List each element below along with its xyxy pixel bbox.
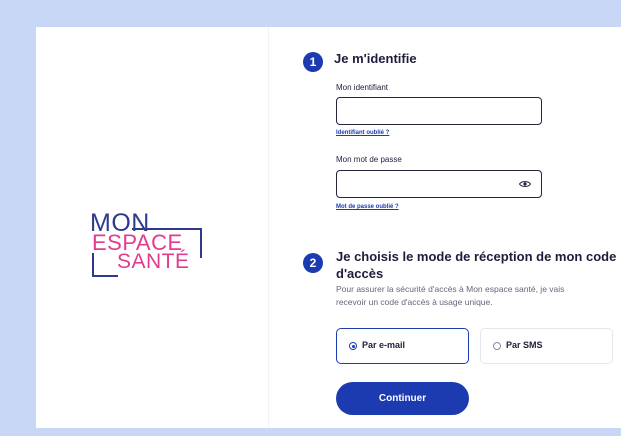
continue-button[interactable]: Continuer	[336, 382, 469, 415]
option-email[interactable]: Par e-mail	[336, 328, 469, 364]
branding-panel: MON ESPACE SANTÉ	[36, 27, 268, 428]
forgot-password-link[interactable]: Mot de passe oublié ?	[336, 204, 399, 210]
step-2-title-line2: d'accès	[336, 266, 384, 281]
step-1-title: Je m'identifie	[334, 51, 417, 66]
identifier-label: Mon identifiant	[336, 83, 389, 92]
logo-word-sante: SANTÉ	[117, 250, 190, 273]
step-2-helper-line2: recevoir un code d'accès à usage unique.	[336, 297, 493, 307]
login-card: MON ESPACE SANTÉ 1 Je m'identifie Mon id…	[36, 27, 621, 428]
option-email-label: Par e-mail	[362, 340, 406, 350]
option-sms[interactable]: Par SMS	[480, 328, 613, 364]
radio-sms[interactable]	[493, 342, 501, 350]
step-2-badge: 2	[303, 253, 323, 273]
password-label: Mon mot de passe	[336, 155, 402, 164]
password-input[interactable]	[336, 170, 542, 198]
logo-stroke-right	[200, 228, 202, 258]
eye-icon[interactable]	[519, 179, 531, 189]
panel-divider	[268, 27, 269, 428]
mon-espace-sante-logo: MON ESPACE SANTÉ	[88, 209, 204, 295]
identifier-input[interactable]	[336, 97, 542, 125]
logo-stroke-left	[92, 253, 94, 277]
logo-stroke-bottom	[92, 275, 118, 277]
step-2-helper-line1: Pour assurer la sécurité d'accès à Mon e…	[336, 284, 565, 294]
step-2-title-line1: Je choisis le mode de réception de mon c…	[336, 249, 617, 264]
option-sms-label: Par SMS	[506, 340, 543, 350]
step-1-badge: 1	[303, 52, 323, 72]
forgot-identifier-link[interactable]: Identifiant oublié ?	[336, 130, 389, 136]
radio-email[interactable]	[349, 342, 357, 350]
